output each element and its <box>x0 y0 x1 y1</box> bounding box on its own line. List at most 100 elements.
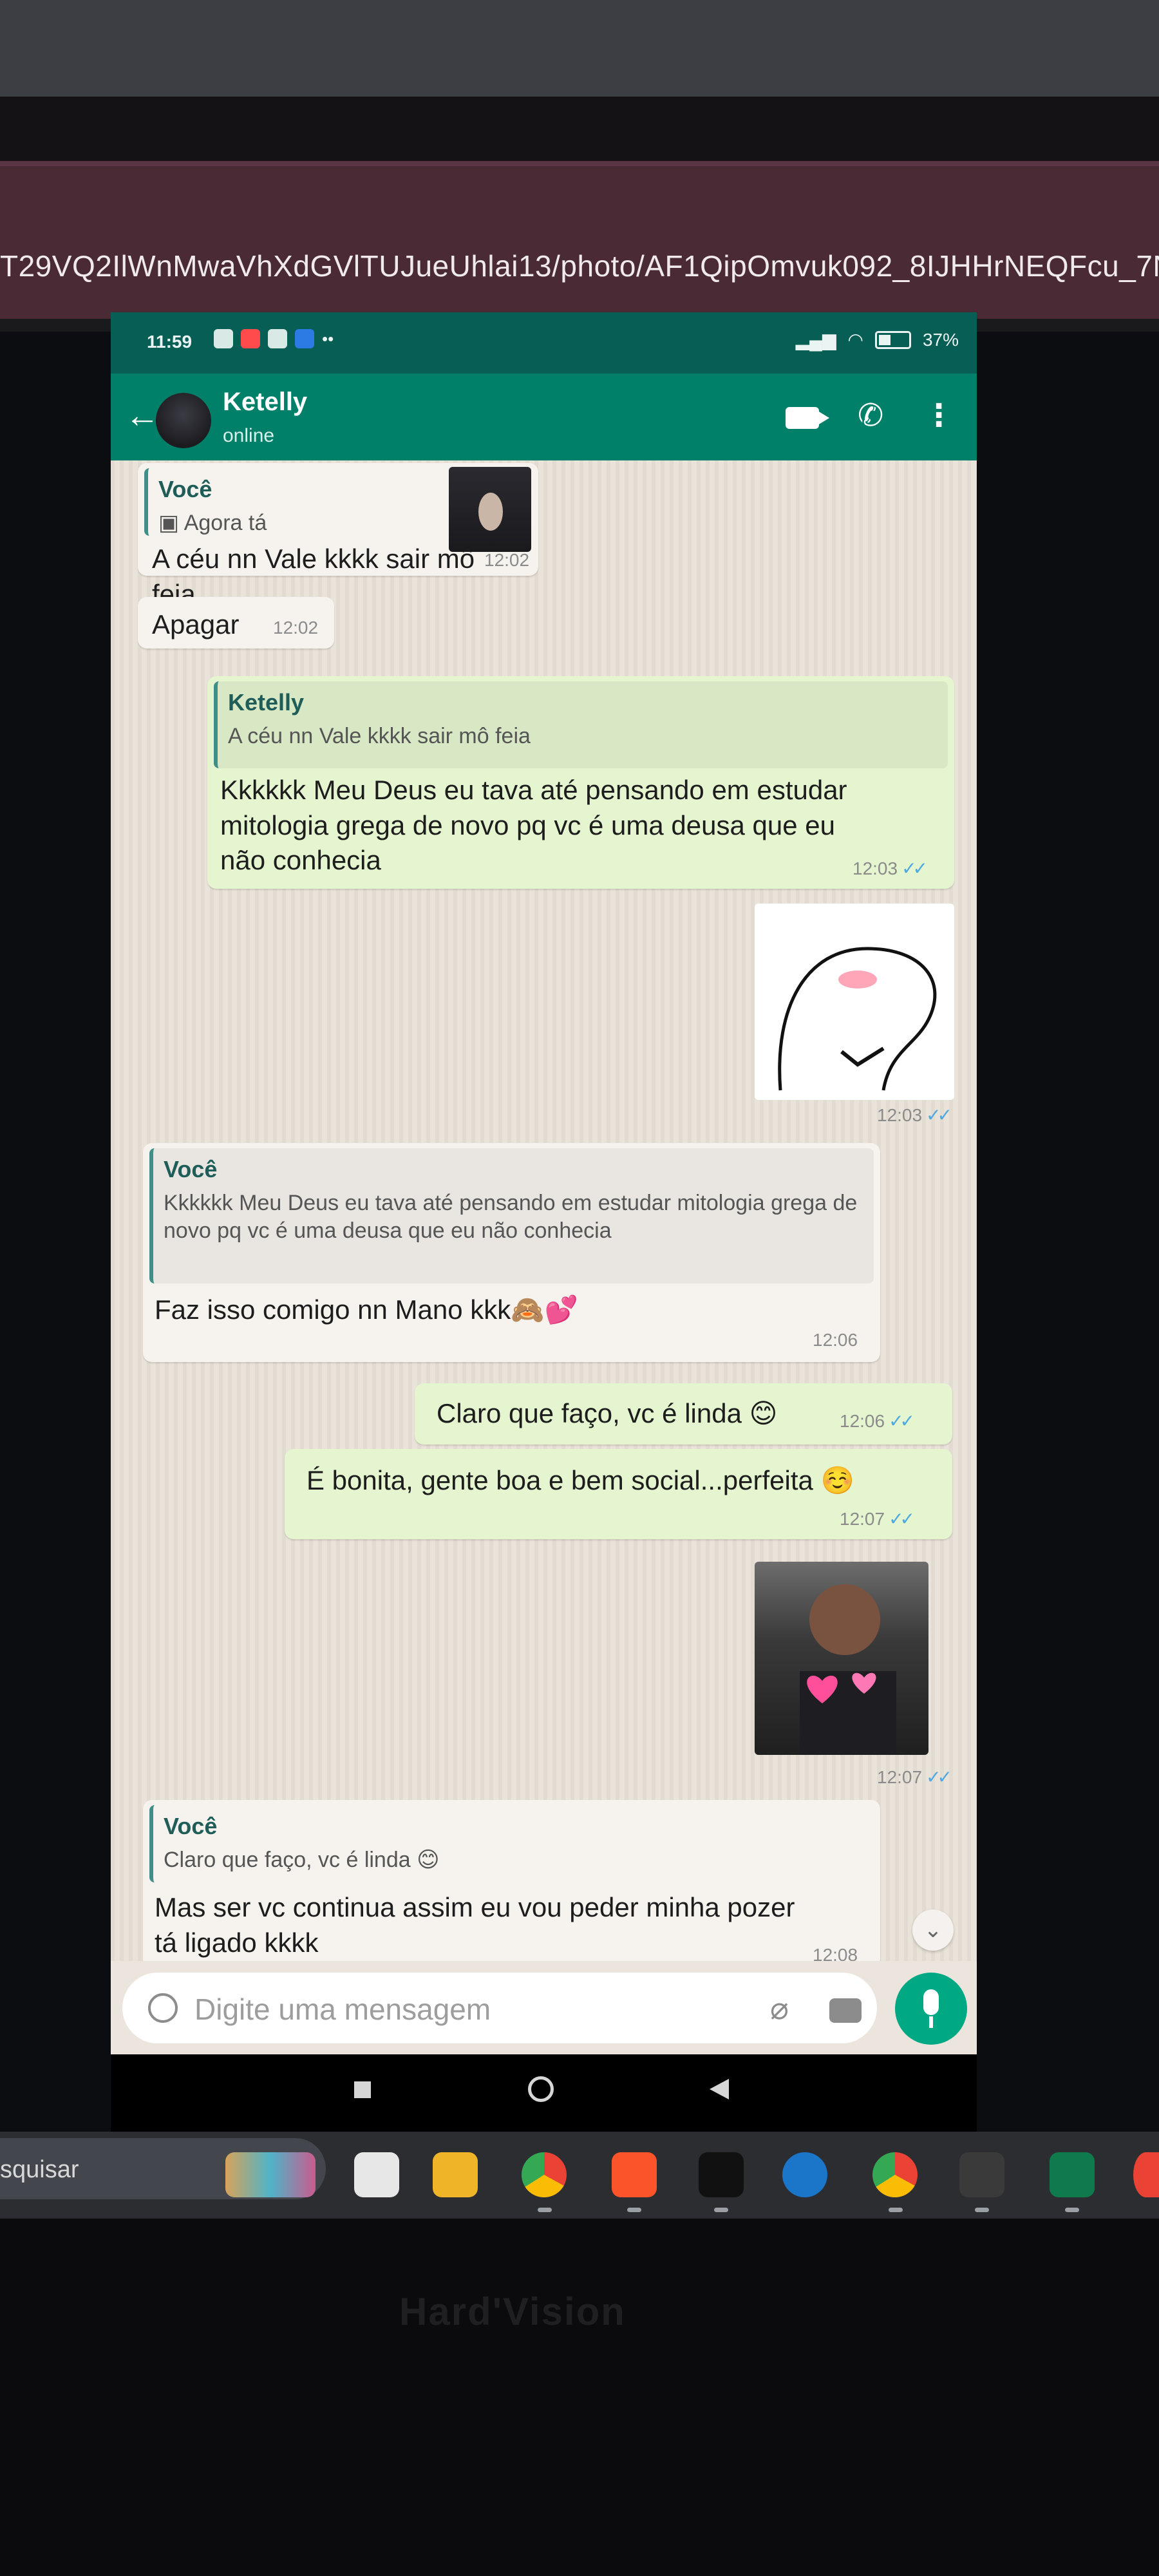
monitor-brand-logo: Hard'Vision <box>399 2290 626 2333</box>
reply-text: A céu nn Vale kkkk sair mô feia <box>228 724 531 748</box>
home-icon[interactable] <box>528 2076 554 2102</box>
message-meta: 12:03 ✓✓ <box>877 1105 952 1125</box>
chevron-down-icon: ⌄ <box>923 1918 943 1942</box>
voice-call-icon[interactable]: ✆ <box>858 398 883 434</box>
alarm-icon <box>214 329 233 348</box>
reply-photo-thumbnail[interactable] <box>449 467 531 552</box>
man-with-hearts-sticker-icon <box>800 1584 896 1755</box>
monitor-bezel-bottom <box>0 2219 1159 2576</box>
message-bubble-incoming[interactable]: Você Claro que faço, vc é linda 😊 Mas se… <box>143 1800 880 1967</box>
facebook-icon <box>295 329 314 348</box>
contact-status: online <box>223 425 275 446</box>
overflow-menu-icon[interactable]: ⋮ <box>923 398 954 434</box>
running-indicator <box>975 2208 989 2212</box>
back-arrow-icon[interactable]: ← <box>125 398 160 433</box>
battery-level: 37% <box>922 329 959 350</box>
quoted-reply[interactable]: Você Claro que faço, vc é linda 😊 <box>149 1805 874 1882</box>
reply-author: Ketelly <box>228 689 305 715</box>
contact-name[interactable]: Ketelly <box>223 388 307 417</box>
music-app-icon[interactable] <box>699 2152 744 2197</box>
message-bubble-incoming[interactable]: Você Kkkkkk Meu Deus eu tava até pensand… <box>143 1143 880 1362</box>
message-text: É bonita, gente boa e bem social...perfe… <box>306 1465 854 1495</box>
task-view-icon[interactable] <box>354 2152 399 2197</box>
reply-text: ▣ Agora tá <box>158 511 267 535</box>
message-time: 12:02 <box>273 618 319 638</box>
weather-widget-icon[interactable] <box>225 2152 316 2197</box>
message-composer: Digite uma mensagem ⌀ <box>111 1961 977 2054</box>
message-text: Kkkkkk Meu Deus eu tava até pensando em … <box>220 775 847 876</box>
sticker-image[interactable] <box>755 904 954 1100</box>
message-bubble-incoming[interactable]: Você ▣ Agora tá A céu nn Vale kkkk sair … <box>138 463 538 609</box>
message-meta: 12:07 ✓✓ <box>877 1767 952 1787</box>
android-nav-bar <box>111 2054 977 2132</box>
youtube-icon <box>241 329 260 348</box>
video-call-icon[interactable] <box>786 407 829 429</box>
reply-author: Você <box>158 476 212 502</box>
message-text: Apagar <box>152 609 240 639</box>
emoji-icon[interactable] <box>148 1993 178 2023</box>
sticker-message[interactable]: 12:03 ✓✓ <box>755 904 954 1132</box>
contact-avatar[interactable] <box>156 393 211 448</box>
app-notification-icon <box>268 329 287 348</box>
running-indicator <box>538 2208 552 2212</box>
message-meta: 12:03 ✓✓ <box>853 858 928 878</box>
chrome-icon[interactable] <box>522 2152 567 2197</box>
running-indicator <box>1065 2208 1079 2212</box>
sticker-message[interactable]: 12:07 ✓✓ <box>755 1562 954 1794</box>
app-triangle-icon[interactable] <box>1050 2152 1095 2197</box>
chat-header: ← Ketelly online ✆ ⋮ <box>111 374 977 460</box>
message-time: 12:02 <box>484 550 530 570</box>
message-bubble-incoming[interactable]: Apagar 12:02 <box>138 597 334 649</box>
steam-icon[interactable] <box>782 2152 827 2197</box>
back-icon[interactable] <box>710 2079 729 2099</box>
read-ticks-icon: ✓✓ <box>926 1767 952 1787</box>
mic-button[interactable] <box>895 1973 967 2045</box>
message-input-placeholder[interactable]: Digite uma mensagem <box>194 1992 491 2027</box>
read-ticks-icon: ✓✓ <box>889 1411 915 1431</box>
chat-area[interactable]: Você ▣ Agora tá A céu nn Vale kkkk sair … <box>111 460 977 1967</box>
reply-author: Você <box>164 1156 218 1182</box>
quoted-reply[interactable]: Você Kkkkkk Meu Deus eu tava até pensand… <box>149 1148 874 1283</box>
more-notifications-icon: •• <box>322 329 334 348</box>
running-indicator <box>889 2208 903 2212</box>
brave-icon[interactable] <box>612 2152 657 2197</box>
address-url[interactable]: T29VQ2IlWnMwaVhXdGVlTUJueUhlai13/photo/A… <box>0 249 1159 283</box>
scroll-to-bottom-button[interactable]: ⌄ <box>912 1909 954 1951</box>
message-bubble-outgoing[interactable]: Claro que faço, vc é linda 😊 12:06 ✓✓ <box>415 1383 952 1444</box>
photo-icon: ▣ <box>158 511 184 535</box>
quoted-reply[interactable]: Você ▣ Agora tá <box>144 468 447 536</box>
quoted-reply[interactable]: Ketelly A céu nn Vale kkkk sair mô feia <box>214 681 948 768</box>
message-text: Mas ser vc continua assim eu vou peder m… <box>155 1892 795 1958</box>
android-status-bar: 11:59 •• ▂▄▆ ◠ 37% <box>111 312 977 374</box>
monitor-bezel-top <box>0 97 1159 161</box>
reply-text: Kkkkkk Meu Deus eu tava até pensando em … <box>164 1191 858 1243</box>
notion-icon[interactable] <box>959 2152 1004 2197</box>
message-bubble-outgoing[interactable]: É bonita, gente boa e bem social...perfe… <box>285 1449 952 1539</box>
running-indicator <box>627 2208 641 2212</box>
taskbar-search-label[interactable]: squisar <box>0 2156 79 2184</box>
background-wall <box>0 0 1159 97</box>
blob-face-sticker-icon <box>778 947 937 1091</box>
message-text: Claro que faço, vc é linda 😊 <box>437 1398 778 1428</box>
read-ticks-icon: ✓✓ <box>901 858 928 878</box>
status-time: 11:59 <box>147 332 193 352</box>
battery-icon <box>874 330 911 349</box>
sticker-image[interactable] <box>755 1562 928 1755</box>
message-text: Faz isso comigo nn Mano kkk🙈💕 <box>155 1294 578 1325</box>
windows-taskbar: squisar <box>0 2132 1159 2219</box>
message-bubble-outgoing[interactable]: Ketelly A céu nn Vale kkkk sair mô feia … <box>207 676 954 889</box>
recents-icon[interactable] <box>354 2081 371 2098</box>
chrome-profile-icon[interactable] <box>872 2152 918 2197</box>
read-ticks-icon: ✓✓ <box>926 1105 952 1125</box>
chrome-partial-icon[interactable] <box>1133 2152 1159 2197</box>
status-right-icons: ▂▄▆ ◠ 37% <box>796 329 959 350</box>
file-explorer-icon[interactable] <box>433 2152 478 2197</box>
wifi-icon: ◠ <box>847 330 863 350</box>
attach-icon[interactable]: ⌀ <box>770 1991 789 2027</box>
message-input[interactable]: Digite uma mensagem ⌀ <box>122 1973 877 2043</box>
reply-text: Claro que faço, vc é linda 😊 <box>164 1848 440 1872</box>
signal-icon: ▂▄▆ <box>795 330 836 350</box>
camera-icon[interactable] <box>829 1998 862 2023</box>
browser-address-bar[interactable]: T29VQ2IlWnMwaVhXdGVlTUJueUhlai13/photo/A… <box>0 161 1159 319</box>
message-time: 12:06 <box>813 1330 858 1350</box>
